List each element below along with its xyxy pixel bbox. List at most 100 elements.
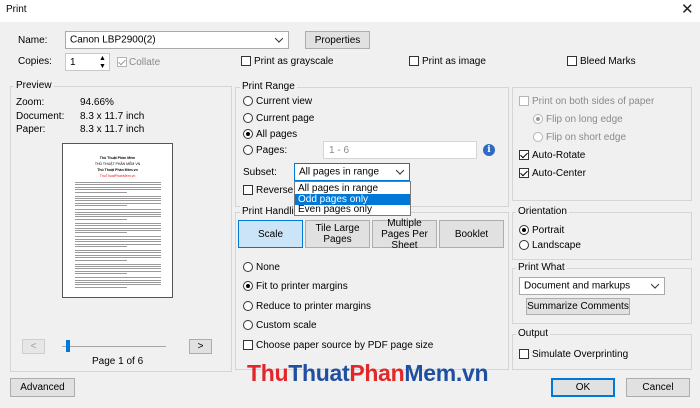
- thumb-text-line: [75, 195, 161, 197]
- thumb-text-line: [75, 225, 161, 227]
- subset-option-all[interactable]: All pages in range: [295, 183, 410, 194]
- subset-option-even[interactable]: Even pages only: [295, 204, 410, 215]
- landscape-label: Landscape: [532, 240, 581, 251]
- both-sides-checkbox[interactable]: [519, 96, 529, 106]
- thumb-text-line: [75, 205, 127, 207]
- thumb-text-line: [75, 189, 161, 191]
- thumb-text-line: [75, 284, 161, 286]
- tab-tile-large-pages[interactable]: Tile Large Pages: [305, 220, 370, 248]
- thumb-text-line: [75, 236, 161, 238]
- copies-stepper[interactable]: 1 ▲ ▼: [65, 53, 110, 71]
- grayscale-label: Print as grayscale: [254, 56, 334, 67]
- thumb-text-line: [75, 200, 161, 202]
- thumb-text-line: [75, 273, 127, 275]
- print-what-legend: Print What: [516, 262, 567, 273]
- fit-margins-label: Fit to printer margins: [256, 281, 348, 292]
- flip-short-edge-radio[interactable]: [533, 132, 543, 142]
- orientation-legend: Orientation: [516, 206, 569, 217]
- print-what-value: Document and markups: [524, 280, 631, 292]
- next-page-button[interactable]: >: [189, 339, 212, 354]
- tab-booklet[interactable]: Booklet: [439, 220, 504, 248]
- watermark-part-1: Thu: [247, 360, 289, 386]
- fit-margins-radio[interactable]: [243, 281, 253, 291]
- zoom-value: 94.66%: [80, 97, 114, 108]
- page-slider-thumb[interactable]: [66, 340, 70, 352]
- prev-page-button[interactable]: <: [22, 339, 45, 354]
- reverse-pages-checkbox[interactable]: [243, 185, 253, 195]
- both-sides-label: Print on both sides of paper: [532, 96, 655, 107]
- all-pages-radio[interactable]: [243, 129, 253, 139]
- output-legend: Output: [516, 328, 551, 339]
- title-bar: [0, 0, 700, 22]
- all-pages-label: All pages: [256, 129, 298, 140]
- auto-rotate-checkbox[interactable]: [519, 150, 529, 160]
- thumb-text-line: [75, 209, 161, 211]
- print-as-image-checkbox[interactable]: [409, 56, 419, 66]
- current-view-label: Current view: [256, 96, 313, 107]
- thumb-text-line: [75, 214, 161, 215]
- thumb-text-line: [75, 232, 127, 234]
- print-range-legend: Print Range: [240, 81, 297, 92]
- print-as-image-label: Print as image: [422, 56, 486, 67]
- subset-select-value: All pages in range: [299, 166, 380, 178]
- collate-checkbox[interactable]: [117, 57, 127, 67]
- window-title: Print: [6, 4, 27, 15]
- chevron-up-icon[interactable]: ▲: [99, 55, 106, 62]
- cancel-button[interactable]: Cancel: [626, 378, 690, 397]
- paper-size-label: Paper:: [16, 124, 46, 135]
- current-page-radio[interactable]: [243, 113, 253, 123]
- ok-button[interactable]: OK: [551, 378, 615, 397]
- advanced-button[interactable]: Advanced: [10, 378, 75, 397]
- subset-label: Subset:: [243, 167, 277, 178]
- preview-legend: Preview: [14, 80, 54, 91]
- close-icon[interactable]: ✕: [681, 2, 694, 17]
- print-what-select[interactable]: Document and markups: [519, 277, 665, 295]
- thumb-text-line: [75, 277, 161, 279]
- pages-label: Pages:: [256, 145, 288, 156]
- properties-button[interactable]: Properties: [305, 31, 370, 49]
- page-slider-track[interactable]: [62, 346, 166, 347]
- collate-label: Collate: [129, 57, 161, 68]
- thumb-text-line: [75, 241, 161, 243]
- subset-select[interactable]: All pages in range: [294, 163, 410, 181]
- portrait-radio[interactable]: [519, 225, 529, 235]
- paper-source-checkbox[interactable]: [243, 340, 253, 350]
- watermark-text: ThuThuatPhanMem.vn: [247, 360, 489, 387]
- thumb-text-line: [75, 263, 161, 265]
- thumb-text-line: [75, 279, 161, 281]
- summarize-comments-button[interactable]: Summarize Comments: [526, 298, 630, 315]
- tab-scale[interactable]: Scale: [238, 220, 303, 248]
- grayscale-checkbox[interactable]: [241, 56, 251, 66]
- custom-scale-label: Custom scale: [256, 320, 317, 331]
- thumb-text-line: [75, 227, 161, 229]
- document-size-label: Document:: [16, 111, 65, 122]
- paper-size-value: 8.3 x 11.7 inch: [80, 124, 145, 135]
- zoom-label: Zoom:: [16, 97, 45, 108]
- auto-center-checkbox[interactable]: [519, 168, 529, 178]
- chevron-down-icon[interactable]: ▼: [99, 63, 106, 70]
- reduce-margins-radio[interactable]: [243, 301, 253, 311]
- portrait-label: Portrait: [532, 225, 565, 236]
- printer-select[interactable]: Canon LBP2900(2): [65, 31, 289, 49]
- copies-value: 1: [70, 57, 76, 68]
- thumb-text-line: [75, 266, 161, 267]
- scale-none-radio[interactable]: [243, 262, 253, 272]
- pages-input[interactable]: 1 - 6: [323, 141, 477, 159]
- printer-name-label: Name:: [18, 35, 48, 46]
- page-indicator: Page 1 of 6: [92, 356, 144, 367]
- bleed-marks-checkbox[interactable]: [567, 56, 577, 66]
- tab-multiple-pages[interactable]: Multiple Pages Per Sheet: [372, 218, 437, 251]
- watermark-part-4: Mem: [404, 360, 456, 386]
- current-view-radio[interactable]: [243, 96, 253, 106]
- flip-long-edge-radio[interactable]: [533, 114, 543, 124]
- thumb-text-line: [75, 202, 161, 204]
- watermark-part-3: Phan: [349, 360, 405, 386]
- watermark-part-5: .vn: [455, 360, 489, 386]
- custom-scale-radio[interactable]: [243, 320, 253, 330]
- info-icon[interactable]: i: [483, 144, 495, 156]
- simulate-overprinting-checkbox[interactable]: [519, 349, 529, 359]
- pages-radio[interactable]: [243, 145, 253, 155]
- landscape-radio[interactable]: [519, 240, 529, 250]
- thumb-text-line: [75, 268, 161, 270]
- thumb-text-line: [75, 230, 161, 231]
